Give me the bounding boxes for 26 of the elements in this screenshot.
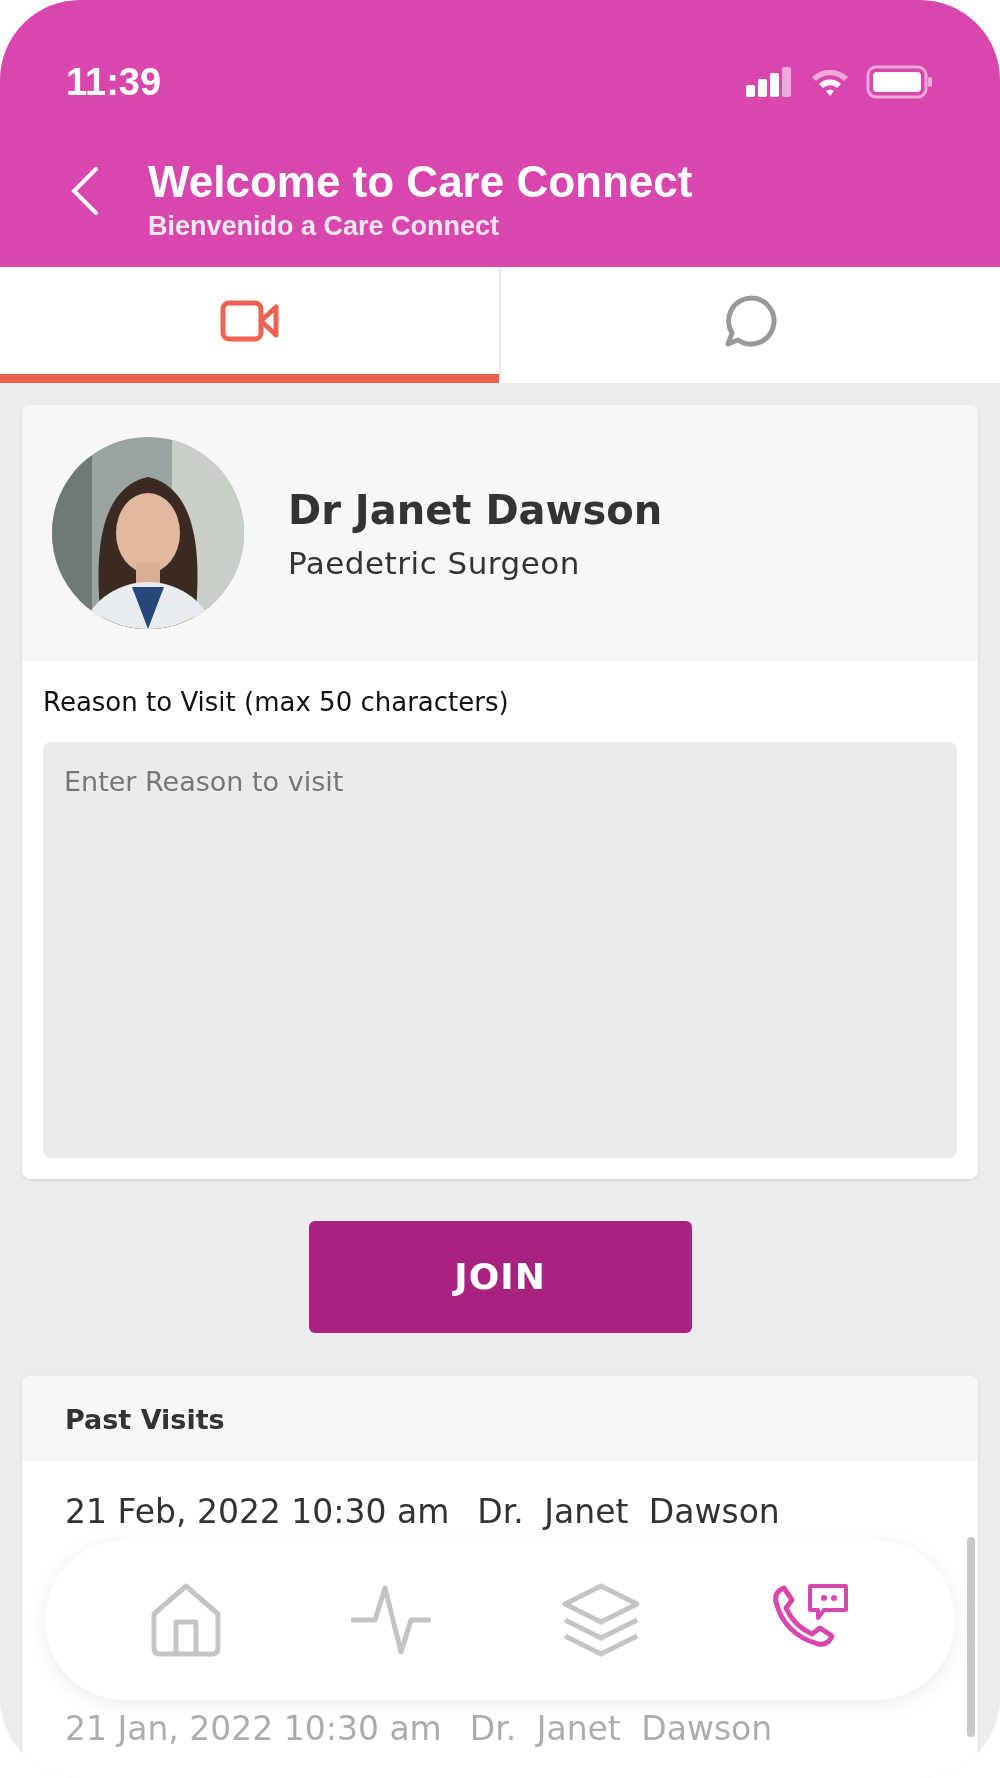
back-icon (70, 166, 100, 216)
chat-bubble-icon (723, 293, 778, 348)
home-icon (149, 1582, 222, 1658)
status-time: 11:39 (66, 59, 162, 105)
nav-tab[interactable] (560, 1582, 641, 1658)
visit-date: 21 Feb, 2022 10:30 am (65, 1491, 450, 1533)
battery-icon (866, 65, 934, 99)
visit-doctor: Dr. Janet Dawson (469, 1707, 773, 1750)
page-subtitle: Bienvenido a Care Connect (148, 210, 501, 244)
layers-icon (560, 1582, 641, 1658)
field-label: Reason to Visit (max 50 characters) (42, 686, 510, 719)
signal-icon (746, 67, 794, 97)
section-title: Past Visits (22, 1376, 978, 1461)
visit-doctor: Dr. Janet Dawson (477, 1491, 780, 1533)
join-button[interactable]: JOIN (308, 1221, 692, 1333)
visit-date: 21 Jan, 2022 10:30 am (65, 1707, 442, 1750)
doctor-specialty: Paedetric Surgeon (288, 543, 581, 583)
back-button[interactable] (70, 166, 100, 216)
nav-tab[interactable] (351, 1584, 432, 1656)
page-title: Welcome to Care Connect (148, 158, 693, 207)
pulse-icon (351, 1584, 432, 1656)
reason-field[interactable]: Enter Reason to visit (43, 742, 957, 1158)
doctor-name: Dr Janet Dawson (288, 485, 663, 535)
nav-tab[interactable] (149, 1582, 222, 1658)
wifi-icon (810, 67, 850, 97)
video-camera-icon (219, 299, 280, 342)
